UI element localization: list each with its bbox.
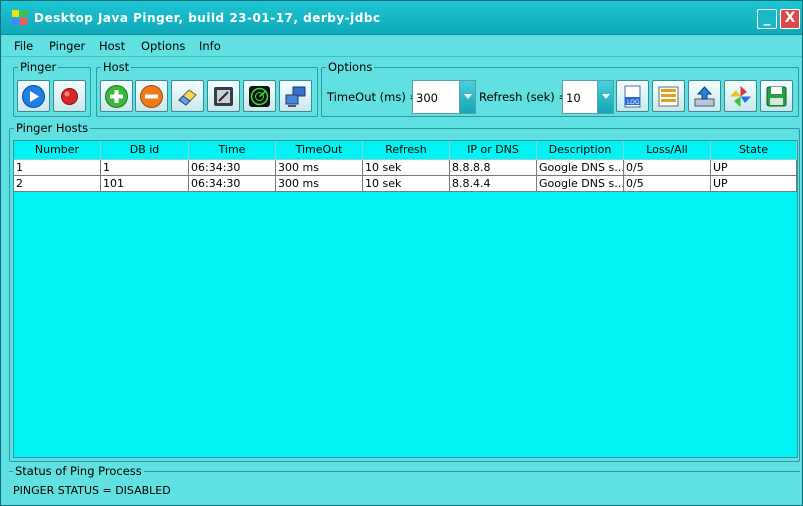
log-file-icon: LOG	[624, 85, 641, 108]
eraser-icon	[178, 89, 197, 106]
play-icon	[22, 85, 45, 108]
stop-pinger-button[interactable]	[53, 80, 86, 112]
cell-time: 06:34:30	[189, 176, 276, 192]
record-stop-icon	[61, 88, 78, 105]
cell-state: UP	[711, 176, 797, 192]
cell-state: UP	[711, 160, 797, 176]
plus-icon	[105, 85, 128, 108]
column-header-number[interactable]: Number	[14, 141, 101, 160]
settings-button[interactable]	[724, 80, 757, 112]
column-header-loss-all[interactable]: Loss/All	[624, 141, 711, 160]
cell-description: Google DNS s...	[537, 160, 624, 176]
minus-icon	[140, 85, 163, 108]
menu-host[interactable]: Host	[99, 39, 125, 53]
upload-icon	[694, 86, 715, 107]
column-header-state[interactable]: State	[711, 141, 797, 160]
menu-pinger[interactable]: Pinger	[49, 39, 85, 53]
app-logo-icon	[12, 10, 28, 26]
network-computers-icon	[285, 86, 306, 107]
menu-bar: File Pinger Host Options Info	[1, 35, 802, 57]
edit-host-button[interactable]	[171, 80, 204, 112]
status-group: Status of Ping Process PINGER STATUS = D…	[9, 464, 800, 501]
column-header-refresh[interactable]: Refresh	[363, 141, 450, 160]
options-group: Options TimeOut (ms) = 300 Refresh (sek)…	[321, 60, 799, 117]
table-row[interactable]: 1 1 06:34:30 300 ms 10 sek 8.8.8.8 Googl…	[14, 160, 797, 176]
minimize-button[interactable]: _	[757, 9, 777, 29]
radar-icon	[249, 86, 270, 107]
refresh-select[interactable]: 10	[562, 80, 614, 114]
close-icon: X	[784, 10, 796, 26]
timeout-value: 300	[416, 91, 438, 105]
column-header-timeout[interactable]: TimeOut	[276, 141, 363, 160]
column-header-db-id[interactable]: DB id	[101, 141, 189, 160]
minimize-icon: _	[763, 10, 771, 26]
chevron-down-icon[interactable]	[597, 81, 613, 113]
app-window: Desktop Java Pinger, build 23-01-17, der…	[0, 0, 803, 506]
log-button[interactable]: LOG	[616, 80, 649, 112]
cell-ip-or-dns: 8.8.4.4	[450, 176, 537, 192]
remove-host-button[interactable]	[135, 80, 168, 112]
timeout-label: TimeOut (ms) =	[327, 90, 420, 104]
radar-button[interactable]	[243, 80, 276, 112]
column-header-ip-or-dns[interactable]: IP or DNS	[450, 141, 537, 160]
network-button[interactable]	[279, 80, 312, 112]
cell-number: 1	[14, 160, 101, 176]
pinger-status-text: PINGER STATUS = DISABLED	[13, 484, 171, 497]
refresh-label: Refresh (sek) =	[479, 90, 569, 104]
cell-number: 2	[14, 176, 101, 192]
cell-timeout: 300 ms	[276, 176, 363, 192]
timeout-select[interactable]: 300	[412, 80, 476, 114]
export-button[interactable]	[688, 80, 721, 112]
cell-db-id: 1	[101, 160, 189, 176]
add-host-button[interactable]	[100, 80, 133, 112]
cell-refresh: 10 sek	[363, 160, 450, 176]
menu-info[interactable]: Info	[199, 39, 221, 53]
cell-ip-or-dns: 8.8.8.8	[450, 160, 537, 176]
host-details-button[interactable]	[207, 80, 240, 112]
column-header-time[interactable]: Time	[189, 141, 276, 160]
options-group-title: Options	[326, 60, 375, 74]
list-button[interactable]	[652, 80, 685, 112]
host-group-title: Host	[101, 60, 132, 74]
refresh-value: 10	[566, 91, 581, 105]
tools-icon	[214, 87, 233, 106]
menu-file[interactable]: File	[14, 39, 33, 53]
cell-timeout: 300 ms	[276, 160, 363, 176]
chevron-down-icon[interactable]	[459, 81, 475, 113]
save-button[interactable]	[760, 80, 793, 112]
hosts-table[interactable]: Number DB id Time TimeOut Refresh IP or …	[13, 140, 798, 458]
close-button[interactable]: X	[780, 9, 800, 29]
column-header-description[interactable]: Description	[537, 141, 624, 160]
pinger-group: Pinger	[13, 60, 91, 117]
table-row[interactable]: 2 101 06:34:30 300 ms 10 sek 8.8.4.4 Goo…	[14, 176, 797, 192]
window-title: Desktop Java Pinger, build 23-01-17, der…	[34, 11, 381, 25]
host-group: Host	[96, 60, 318, 117]
title-bar[interactable]: Desktop Java Pinger, build 23-01-17, der…	[1, 1, 802, 35]
table-header: Number DB id Time TimeOut Refresh IP or …	[14, 141, 797, 160]
svg-text:LOG: LOG	[627, 99, 640, 106]
menu-options[interactable]: Options	[141, 39, 185, 53]
cell-description: Google DNS s...	[537, 176, 624, 192]
status-group-title: Status of Ping Process	[13, 464, 144, 478]
cell-refresh: 10 sek	[363, 176, 450, 192]
cell-time: 06:34:30	[189, 160, 276, 176]
pinwheel-icon	[730, 86, 751, 107]
pinger-group-title: Pinger	[18, 60, 59, 74]
save-disk-icon	[766, 86, 787, 107]
cell-loss-all: 0/5	[624, 160, 711, 176]
cell-db-id: 101	[101, 176, 189, 192]
start-pinger-button[interactable]	[17, 80, 50, 112]
list-icon	[658, 86, 679, 107]
pinger-hosts-title: Pinger Hosts	[14, 121, 91, 135]
cell-loss-all: 0/5	[624, 176, 711, 192]
